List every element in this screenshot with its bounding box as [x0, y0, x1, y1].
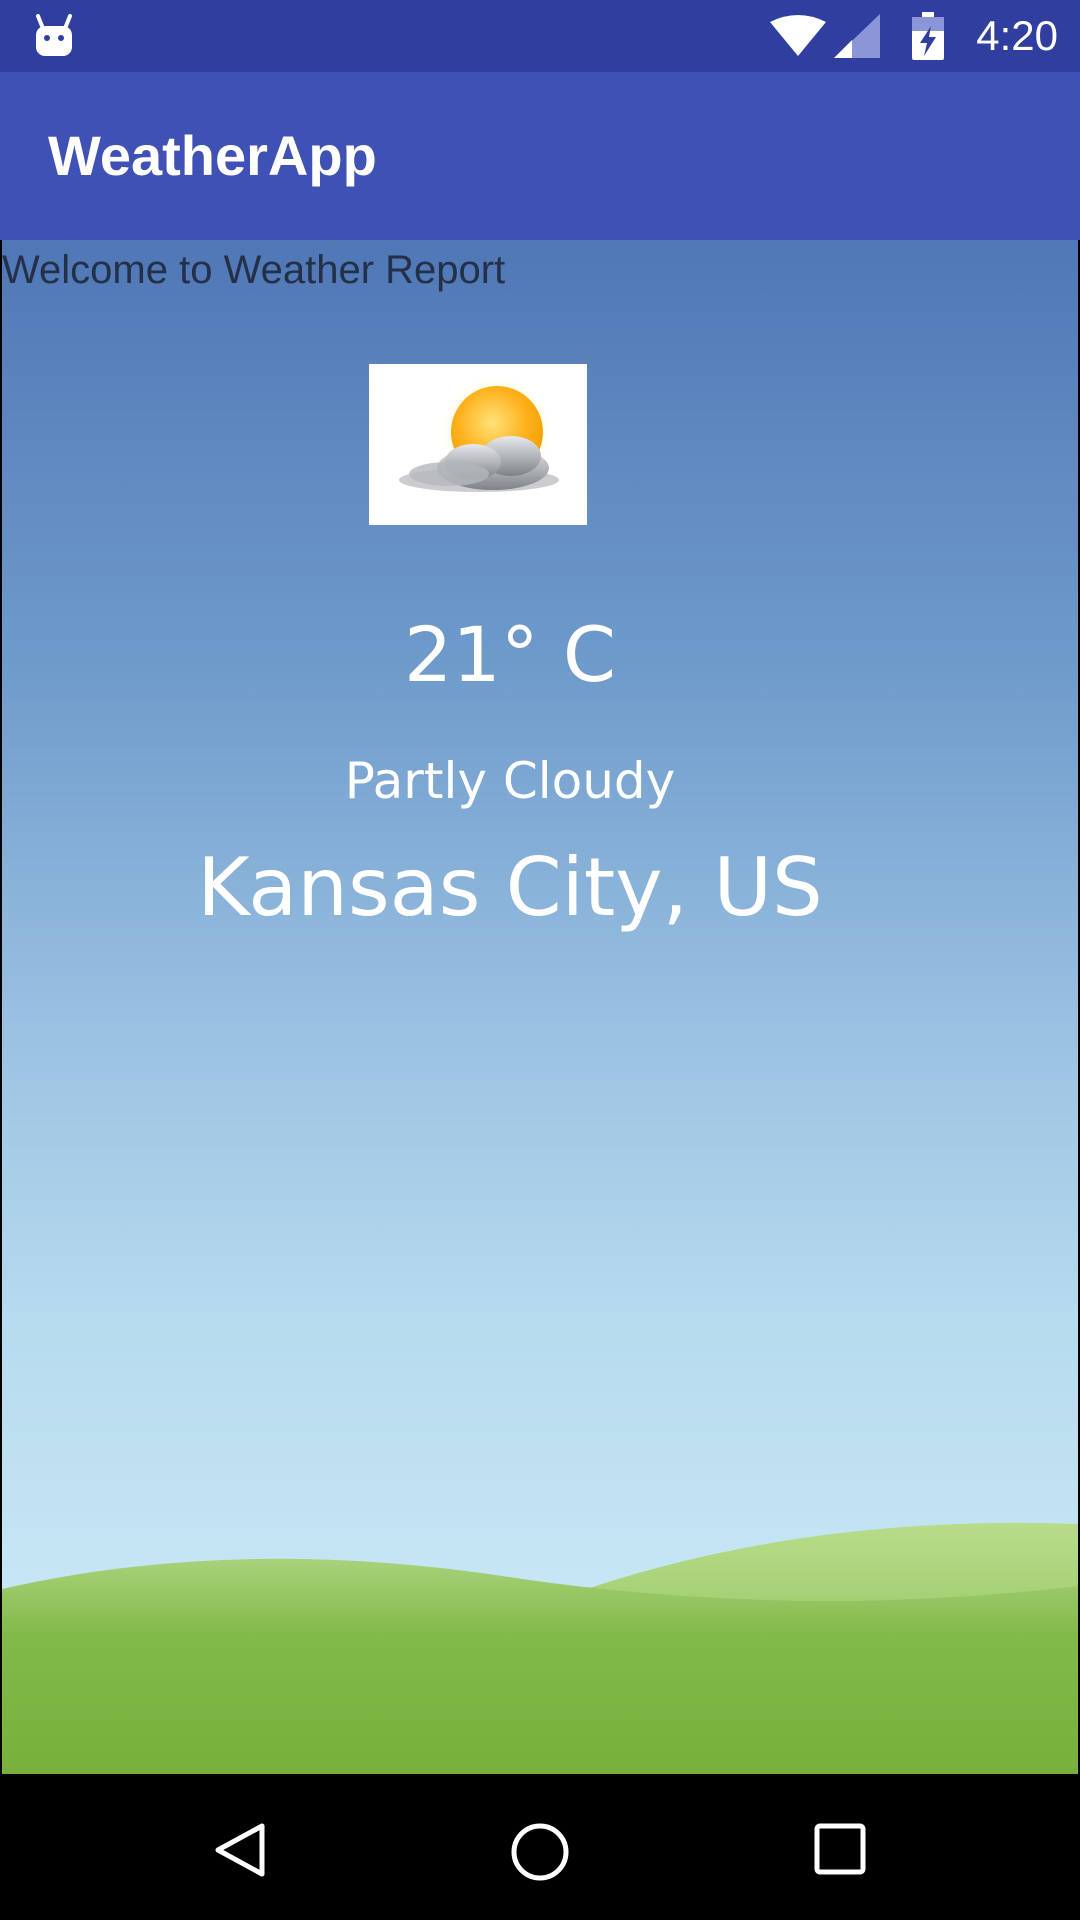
wifi-icon	[770, 15, 826, 56]
temperature-value: 21° C	[404, 610, 616, 699]
signal-icon	[834, 14, 880, 58]
city-name: Kansas City, US	[197, 841, 823, 934]
status-bar: 4:20	[0, 0, 1080, 72]
partly-cloudy-icon	[369, 364, 587, 525]
weather-condition: Partly Cloudy	[344, 752, 676, 810]
navigation-bar	[0, 1776, 1080, 1920]
battery-charging-icon	[912, 12, 944, 60]
android-icon	[36, 14, 72, 56]
app-title: WeatherApp	[48, 124, 377, 187]
status-time: 4:20	[976, 12, 1058, 59]
welcome-text: Welcome to Weather Report	[2, 248, 506, 292]
weather-content: Welcome to Weather Report 21° C Partly C…	[2, 240, 1078, 1774]
recents-icon[interactable]	[812, 1820, 868, 1880]
home-icon[interactable]	[508, 1820, 572, 1884]
grass-hills-background	[2, 1522, 1078, 1774]
back-icon[interactable]	[212, 1820, 268, 1880]
app-bar: WeatherApp	[0, 72, 1080, 240]
